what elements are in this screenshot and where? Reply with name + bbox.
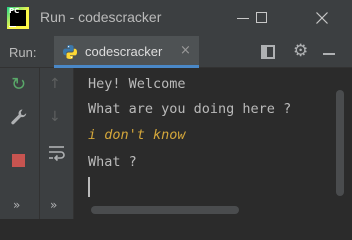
maximize-window-button[interactable] (244, 0, 284, 36)
layout-icon[interactable] (261, 45, 275, 59)
tab-codescracker[interactable]: codescracker × (54, 36, 199, 68)
close-window-icon (316, 12, 328, 24)
gear-icon[interactable]: ⚙ (293, 41, 308, 61)
console-input-line: i don't know (88, 127, 186, 143)
python-icon (63, 45, 77, 59)
tab-close-icon[interactable]: × (180, 43, 191, 58)
close-window-button[interactable] (303, 0, 343, 36)
logo-text: PC (9, 7, 20, 15)
rerun-icon[interactable]: ↻ (11, 74, 26, 95)
scroll-down-icon[interactable]: ↓ (49, 109, 61, 125)
run-toolbar-primary: ↻ » (0, 68, 40, 219)
hide-panel-icon[interactable] (323, 53, 335, 55)
console-output[interactable]: Hey! Welcome What are you doing here ? i… (75, 68, 352, 219)
text-caret (88, 177, 90, 197)
wrench-icon[interactable] (10, 108, 28, 131)
tab-label: codescracker (85, 44, 163, 59)
more-actions-icon[interactable]: » (13, 198, 20, 212)
horizontal-scrollbar[interactable] (91, 206, 239, 214)
soft-wrap-icon[interactable] (47, 144, 67, 167)
wrench-svg (11, 109, 27, 125)
maximize-window-icon (256, 12, 267, 23)
run-label: Run: (9, 45, 37, 60)
console-line: What ? (88, 154, 137, 170)
window-title: Run - codescracker (40, 9, 162, 25)
title-bar: PC Run - codescracker (0, 0, 352, 36)
stop-icon[interactable] (12, 154, 25, 167)
console-line: Hey! Welcome (88, 76, 186, 92)
soft-wrap-svg (49, 146, 65, 162)
vertical-scrollbar[interactable] (336, 90, 344, 196)
more-actions-icon[interactable]: » (50, 198, 57, 212)
pycharm-logo-icon: PC (7, 7, 29, 29)
console-line: What are you doing here ? (88, 101, 292, 117)
scroll-up-icon[interactable]: ↑ (49, 76, 61, 92)
run-tool-header: Run: codescracker × ⚙ (0, 36, 352, 68)
run-toolbar-secondary: ↑ ↓ » (40, 68, 74, 219)
